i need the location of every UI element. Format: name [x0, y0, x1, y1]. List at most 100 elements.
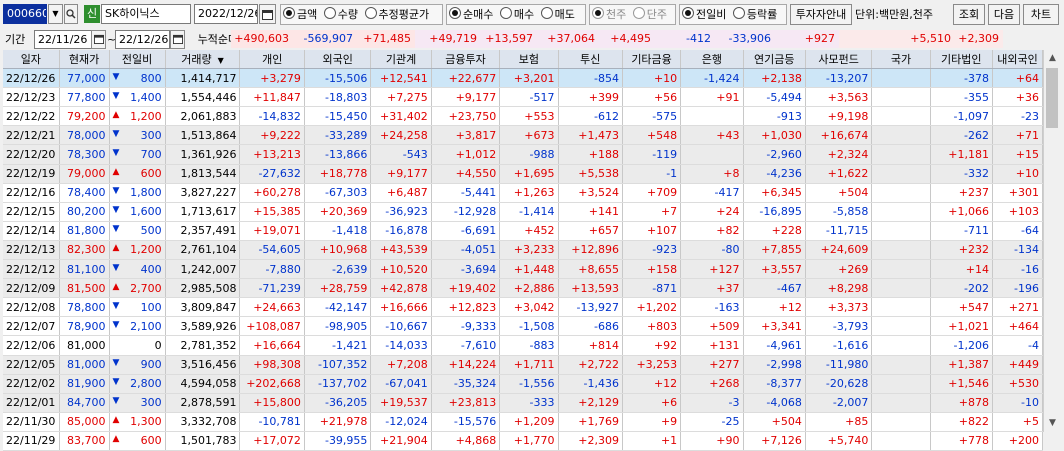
scroll-down-icon[interactable]: ▼	[1044, 415, 1061, 432]
column-header[interactable]: 금융투자	[431, 50, 501, 70]
net-buy-cell	[871, 68, 931, 89]
net-buy-cell: -7,880	[239, 259, 305, 280]
table-row[interactable]: 22/12/2178,0003001,513,864+9,222-33,289+…	[3, 125, 1044, 146]
sort-icon[interactable]: ▼	[218, 56, 224, 65]
search-icon[interactable]	[64, 4, 78, 24]
radio-thousand-shares[interactable]: 천주	[592, 7, 626, 21]
column-header[interactable]: 투신	[558, 50, 623, 70]
column-header[interactable]: 은행	[680, 50, 744, 70]
calendar-icon[interactable]	[259, 4, 276, 24]
table-row[interactable]: 22/12/1979,0006001,813,544-27,632+18,778…	[3, 164, 1044, 184]
column-header[interactable]: 전일비	[109, 50, 166, 70]
column-header[interactable]: 연기금등	[743, 50, 806, 70]
change-cell: 400	[109, 259, 166, 280]
volume-cell: 2,061,883	[165, 106, 241, 127]
table-row[interactable]: 22/12/2078,3007001,361,926+13,213-13,866…	[3, 144, 1044, 165]
to-calendar-icon[interactable]	[170, 30, 185, 49]
net-buy-cell: -196	[992, 278, 1044, 299]
volume-cell: 3,809,847	[165, 297, 241, 318]
radio-quantity[interactable]: 수량	[323, 7, 358, 21]
net-buy-cell: +82	[680, 221, 744, 241]
table-row[interactable]: 22/12/2377,8001,4001,554,446+11,847-18,8…	[3, 87, 1044, 108]
column-header[interactable]: 내외국인	[992, 50, 1044, 70]
price-cell: 81,000	[59, 335, 110, 356]
table-row[interactable]: 22/12/0981,5002,7002,985,508-71,239+28,7…	[3, 278, 1044, 299]
table-row[interactable]: 22/11/2983,7006001,501,783+17,072-39,955…	[3, 431, 1044, 451]
column-header[interactable]: 개인	[239, 50, 305, 70]
cumulative-value	[839, 30, 895, 48]
column-header[interactable]: 기타법인	[930, 50, 993, 70]
date-cell: 22/12/20	[3, 144, 60, 165]
radio-net-buy[interactable]: 순매수	[449, 7, 493, 21]
column-header[interactable]: 국가	[871, 50, 931, 70]
scroll-thumb[interactable]	[1046, 68, 1058, 128]
table-row[interactable]: 22/12/1678,4001,8003,827,227+60,278-67,3…	[3, 183, 1044, 203]
radio-prev-day[interactable]: 전일비	[682, 7, 726, 21]
scroll-up-icon[interactable]: ▲	[1044, 50, 1061, 67]
table-row[interactable]: 22/12/1382,3001,2002,761,104-54,605+10,9…	[3, 240, 1044, 261]
net-buy-cell: +2,722	[558, 355, 623, 375]
chart-button[interactable]: 차트	[1023, 4, 1059, 25]
radio-change-rate[interactable]: 등락률	[732, 7, 777, 21]
investor-table[interactable]: 일자 현재가 전일비 거래량 ▼ 개인 외국인 기관계 금융투자 보험 투신 기타금융 은행 연기금등 사모…	[3, 50, 1044, 451]
column-header[interactable]: 일자	[3, 50, 60, 70]
net-buy-cell: +803	[622, 316, 682, 337]
change-cell: 1,300	[109, 412, 166, 432]
period-tilde: ~	[107, 33, 117, 46]
period-to-input[interactable]: 22/12/26	[115, 30, 170, 49]
net-buy-cell: +21,904	[370, 431, 432, 451]
from-calendar-icon[interactable]	[91, 30, 106, 49]
table-row[interactable]: 22/12/1281,1004001,242,007-7,880-2,639+1…	[3, 259, 1044, 280]
net-buy-cell: +91	[680, 87, 744, 108]
investor-guide-button[interactable]: 투자자안내	[790, 4, 852, 25]
net-buy-cell: +9,177	[431, 87, 501, 108]
net-buy-cell: -11,715	[805, 221, 873, 241]
date-input[interactable]: 2022/12/26	[194, 4, 258, 24]
net-buy-cell: -1,206	[930, 335, 993, 356]
table-row[interactable]: 22/12/06 81,000 0 2,781,352 +16,664 -1,421 -14…	[3, 335, 1044, 356]
code-dropdown-button[interactable]: ▼	[48, 4, 63, 24]
net-buy-cell: +98,308	[239, 355, 305, 375]
net-buy-cell: -16	[992, 259, 1044, 280]
vertical-scrollbar[interactable]: ▲ ▼	[1043, 50, 1061, 432]
net-buy-cell: +268	[680, 374, 744, 394]
query-button[interactable]: 조회	[953, 4, 985, 25]
net-buy-cell: +200	[992, 431, 1044, 451]
radio-amount[interactable]: 금액	[283, 7, 317, 21]
net-buy-cell: +1,546	[930, 374, 993, 394]
net-buy-cell: +7,126	[743, 431, 806, 451]
net-buy-cell: +1,263	[499, 183, 559, 203]
column-header[interactable]: 거래량 ▼	[165, 50, 241, 70]
net-buy-cell: -23	[992, 106, 1044, 127]
net-buy-cell: -333	[499, 393, 559, 413]
radio-buy[interactable]: 매수	[499, 7, 534, 21]
radio-sell[interactable]: 매도	[540, 7, 575, 21]
table-row[interactable]: 22/12/2279,2001,2002,061,883-14,832-15,4…	[3, 106, 1044, 127]
net-buy-cell: +1,066	[930, 202, 993, 222]
net-buy-cell: +7	[622, 202, 682, 222]
column-header[interactable]: 기관계	[370, 50, 432, 70]
column-header[interactable]: 현재가	[59, 50, 110, 70]
column-header[interactable]: 기타금융	[622, 50, 682, 70]
column-header[interactable]: 사모펀드	[805, 50, 873, 70]
table-row[interactable]: 22/12/2677,0008001,414,717+3,279-15,506+…	[3, 68, 1044, 89]
table-row[interactable]: 22/12/0184,7003002,878,591+15,800-36,205…	[3, 393, 1044, 413]
new-listing-badge: 신	[84, 5, 100, 23]
period-from-input[interactable]: 22/11/26	[34, 30, 92, 49]
table-row[interactable]: 22/12/1481,8005002,357,491+19,071-1,418-…	[3, 221, 1044, 241]
column-header[interactable]: 외국인	[304, 50, 372, 70]
radio-avg-price[interactable]: 추정평균가	[364, 7, 429, 21]
table-row[interactable]: 22/12/1580,2001,6001,713,617+15,385+20,3…	[3, 202, 1044, 222]
net-buy-cell: +24,258	[370, 125, 432, 146]
net-buy-cell	[871, 87, 931, 108]
table-row[interactable]: 22/12/0581,0009003,516,456+98,308-107,35…	[3, 355, 1044, 375]
table-row[interactable]: 22/12/0778,9002,1003,589,926+108,087-98,…	[3, 316, 1044, 337]
stock-code-input[interactable]: 000660	[3, 4, 47, 24]
radio-single-shares[interactable]: 단주	[632, 7, 667, 21]
column-header[interactable]: 보험	[499, 50, 559, 70]
table-row[interactable]: 22/12/0281,9002,8004,594,058+202,668-137…	[3, 374, 1044, 394]
next-button[interactable]: 다음	[988, 4, 1020, 25]
table-row[interactable]: 22/11/3085,0001,3003,332,708-10,781+21,9…	[3, 412, 1044, 432]
date-cell: 22/12/16	[3, 183, 60, 203]
table-row[interactable]: 22/12/0878,8001003,809,847+24,663-42,147…	[3, 297, 1044, 318]
